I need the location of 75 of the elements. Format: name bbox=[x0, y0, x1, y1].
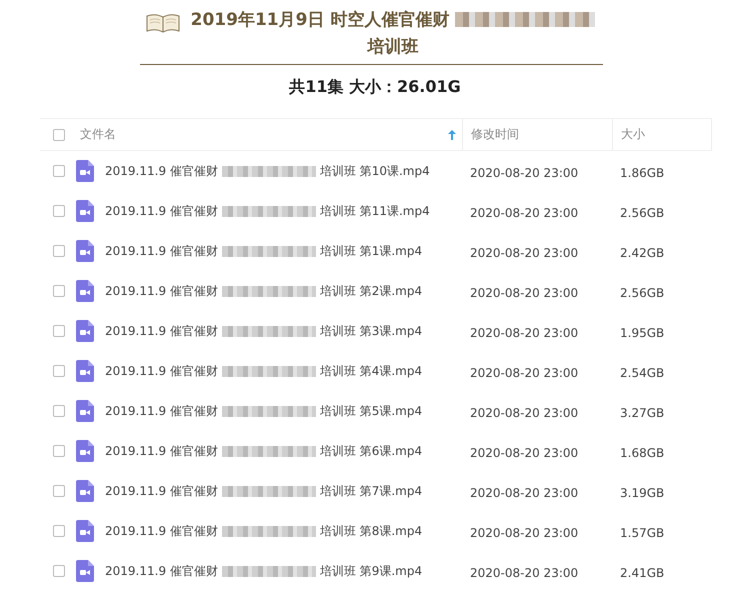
modified-time: 2020-08-20 23:00 bbox=[469, 326, 578, 340]
file-name: 培训班 第7课.mp4 bbox=[320, 482, 422, 500]
file-name: 培训班 第6课.mp4 bbox=[320, 442, 422, 460]
file-name: 2019.11.9 催官催财 bbox=[105, 282, 218, 300]
sort-arrow-icon[interactable] bbox=[448, 130, 456, 140]
file-size: 1.68GB bbox=[619, 446, 664, 460]
file-name: 培训班 第2课.mp4 bbox=[320, 282, 422, 300]
modified-time: 2020-08-20 23:00 bbox=[469, 406, 578, 420]
file-name: 2019.11.9 催官催财 bbox=[105, 562, 218, 580]
file-name: 2019.11.9 催官催财 bbox=[105, 202, 218, 220]
modified-time: 2020-08-20 23:00 bbox=[469, 486, 578, 500]
file-name: 培训班 第11课.mp4 bbox=[320, 202, 430, 220]
video-file-icon bbox=[76, 560, 94, 582]
file-size: 2.42GB bbox=[619, 246, 664, 260]
file-name: 2019.11.9 催官催财 bbox=[105, 522, 218, 540]
checkbox[interactable] bbox=[53, 205, 65, 217]
video-file-icon bbox=[76, 160, 94, 182]
file-size: 2.41GB bbox=[619, 566, 664, 580]
file-size: 1.57GB bbox=[619, 526, 664, 540]
modified-time: 2020-08-20 23:00 bbox=[469, 286, 578, 300]
checkbox[interactable] bbox=[53, 245, 65, 257]
file-size: 2.54GB bbox=[619, 366, 664, 380]
file-name: 2019.11.9 催官催财 bbox=[105, 162, 218, 180]
checkbox[interactable] bbox=[53, 325, 65, 337]
file-name: 2019.11.9 催官催财 bbox=[105, 482, 218, 500]
file-name: 2019.11.9 催官催财 bbox=[105, 442, 218, 460]
file-name: 培训班 第4课.mp4 bbox=[320, 362, 422, 380]
modified-time: 2020-08-20 23:00 bbox=[469, 206, 578, 220]
video-file-icon bbox=[76, 280, 94, 302]
checkbox[interactable] bbox=[53, 285, 65, 297]
video-file-icon bbox=[76, 360, 94, 382]
file-name: 培训班 第10课.mp4 bbox=[320, 162, 430, 180]
modified-time: 2020-08-20 23:00 bbox=[469, 246, 578, 260]
modified-time: 2020-08-20 23:00 bbox=[469, 166, 578, 180]
book-icon bbox=[144, 12, 181, 34]
checkbox[interactable] bbox=[53, 565, 65, 577]
title-text: 培训班 bbox=[368, 36, 418, 58]
modified-time: 2020-08-20 23:00 bbox=[469, 446, 578, 460]
video-file-icon bbox=[76, 440, 94, 462]
file-name: 培训班 第3课.mp4 bbox=[320, 322, 422, 340]
file-name: 培训班 第1课.mp4 bbox=[320, 242, 422, 260]
file-name: 培训班 第9课.mp4 bbox=[320, 562, 422, 580]
modified-time: 2020-08-20 23:00 bbox=[469, 366, 578, 380]
video-file-icon bbox=[76, 400, 94, 422]
video-file-icon bbox=[76, 480, 94, 502]
file-size: 1.95GB bbox=[619, 326, 664, 340]
video-file-icon bbox=[76, 320, 94, 342]
title-text: 2019年11月9日 时空人催官催财 bbox=[190, 9, 450, 31]
checkbox[interactable] bbox=[53, 525, 65, 537]
file-name: 2019.11.9 催官催财 bbox=[105, 402, 218, 420]
video-file-icon bbox=[76, 520, 94, 542]
summary-text: 共11集 大小：26.01G bbox=[288, 77, 462, 98]
checkbox[interactable] bbox=[53, 445, 65, 457]
modified-time: 2020-08-20 23:00 bbox=[469, 566, 578, 580]
video-file-icon bbox=[76, 200, 94, 222]
file-size: 2.56GB bbox=[619, 206, 664, 220]
file-size: 2.56GB bbox=[619, 286, 664, 300]
column-header[interactable]: 文件名 bbox=[80, 126, 116, 143]
file-name: 2019.11.9 催官催财 bbox=[105, 322, 218, 340]
column-header[interactable]: 修改时间 bbox=[471, 126, 519, 143]
checkbox[interactable] bbox=[53, 165, 65, 177]
column-header[interactable]: 大小 bbox=[621, 126, 645, 143]
file-size: 1.86GB bbox=[619, 166, 664, 180]
file-size: 3.27GB bbox=[619, 406, 664, 420]
modified-time: 2020-08-20 23:00 bbox=[469, 526, 578, 540]
file-name: 2019.11.9 催官催财 bbox=[105, 242, 218, 260]
file-name: 培训班 第8课.mp4 bbox=[320, 522, 422, 540]
file-name: 2019.11.9 催官催财 bbox=[105, 362, 218, 380]
checkbox[interactable] bbox=[53, 485, 65, 497]
file-size: 3.19GB bbox=[619, 486, 664, 500]
checkbox[interactable] bbox=[53, 405, 65, 417]
file-name: 培训班 第5课.mp4 bbox=[320, 402, 422, 420]
checkbox[interactable] bbox=[53, 128, 65, 140]
video-file-icon bbox=[76, 240, 94, 262]
checkbox[interactable] bbox=[53, 365, 65, 377]
